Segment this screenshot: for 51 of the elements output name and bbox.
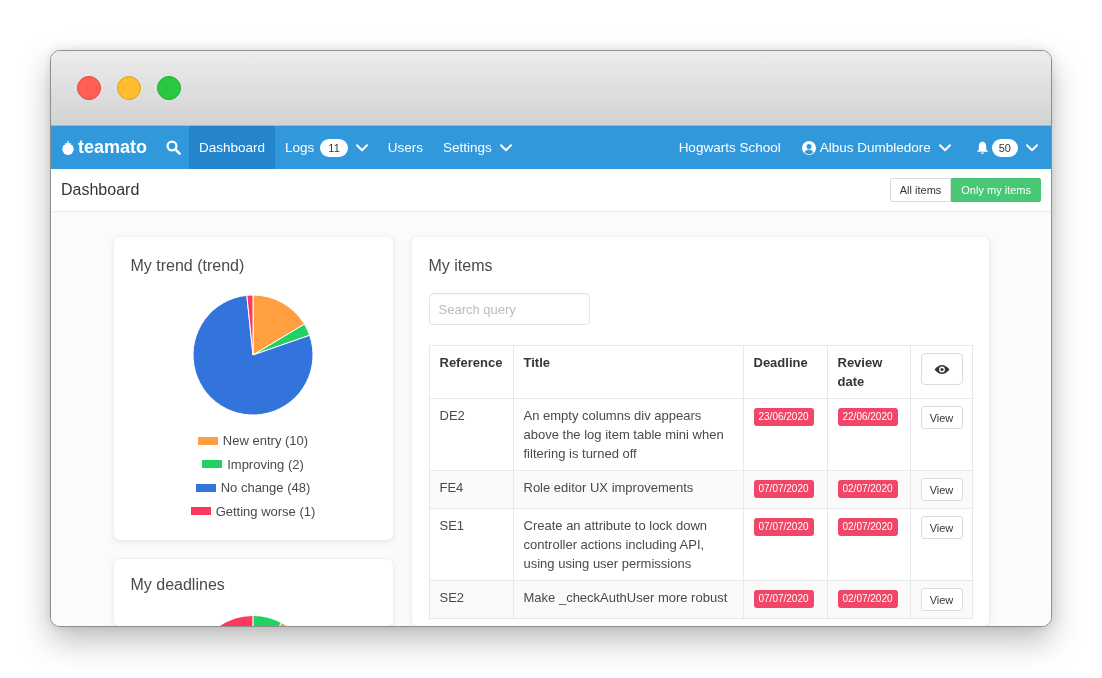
visibility-button[interactable] bbox=[920, 353, 963, 385]
date-badge: 02/07/2020 bbox=[837, 518, 898, 536]
column-header: Deadline bbox=[743, 345, 827, 399]
search-field[interactable]: Search query bbox=[428, 293, 590, 325]
legend-label: No change (48) bbox=[220, 479, 311, 497]
close-button[interactable] bbox=[77, 76, 101, 100]
column-header: Review date bbox=[827, 345, 910, 399]
table-cell: Create an attribute to lock down controller actions including API, using using user permissions bbox=[513, 508, 743, 581]
nav-tab[interactable]: Logs 11 bbox=[275, 126, 378, 169]
filter-button[interactable]: All items bbox=[889, 178, 952, 202]
legend-label: New entry (10) bbox=[222, 432, 309, 450]
date-badge: 07/07/2020 bbox=[753, 480, 814, 498]
eye-icon bbox=[933, 363, 950, 375]
legend-label: Getting worse (1) bbox=[215, 502, 316, 521]
notifications-menu[interactable]: 50 bbox=[961, 126, 1038, 169]
table-cell: SE2 bbox=[429, 580, 513, 619]
table-cell: Make _checkAuthUser more robust bbox=[513, 580, 743, 619]
zoom-button[interactable] bbox=[157, 76, 181, 100]
table-cell: An empty columns div appears above the log item table mini when filtering is turned off bbox=[513, 398, 743, 471]
count-badge: 50 bbox=[991, 138, 1018, 157]
card-title: My trend (trend) bbox=[130, 256, 246, 276]
table-cell: FE4 bbox=[429, 470, 513, 509]
view-button[interactable]: View bbox=[920, 478, 963, 501]
column-header: Reference bbox=[429, 345, 513, 399]
view-button[interactable]: View bbox=[920, 588, 963, 611]
card-title: My deadlines bbox=[130, 574, 226, 595]
view-button[interactable]: View bbox=[920, 516, 963, 539]
date-badge: 07/07/2020 bbox=[753, 590, 814, 608]
column-header: Title bbox=[513, 345, 743, 399]
pie-slice bbox=[219, 616, 253, 626]
date-badge: 22/06/2020 bbox=[837, 408, 898, 426]
table-cell: DE2 bbox=[429, 398, 513, 471]
date-badge: 02/07/2020 bbox=[837, 480, 898, 498]
tomato-icon bbox=[61, 140, 75, 155]
nav-tab[interactable]: Dashboard bbox=[189, 126, 276, 169]
chevron-icon bbox=[1026, 143, 1038, 152]
date-badge: 02/07/2020 bbox=[837, 590, 898, 608]
view-button[interactable]: View bbox=[920, 406, 963, 429]
table-cell: Role editor UX improvements bbox=[513, 470, 743, 509]
count-badge: 11 bbox=[320, 138, 348, 157]
user-icon bbox=[801, 140, 816, 155]
legend-label: Improving (2) bbox=[227, 455, 304, 474]
search-icon bbox=[166, 140, 182, 155]
chevron-icon bbox=[938, 143, 951, 152]
date-badge: 07/07/2020 bbox=[753, 518, 814, 536]
card-title: My items bbox=[428, 256, 494, 276]
date-badge: 23/06/2020 bbox=[753, 408, 814, 426]
table-cell: SE1 bbox=[429, 508, 513, 581]
minimize-button[interactable] bbox=[117, 76, 141, 100]
bell-icon bbox=[975, 140, 989, 155]
page-title: Dashboard bbox=[61, 181, 140, 199]
